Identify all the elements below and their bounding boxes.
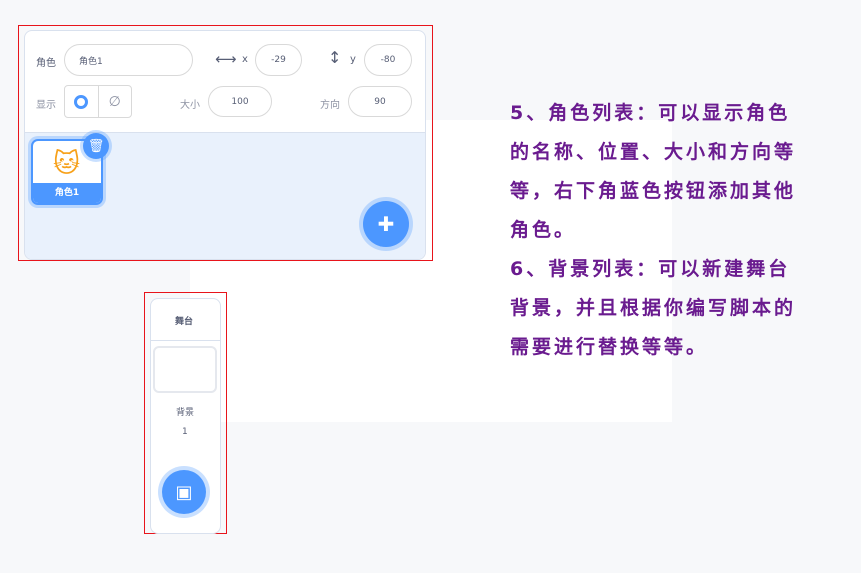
- stage-title: 舞台: [175, 317, 194, 327]
- note-line: 5、角色列表：可以显示角色: [510, 102, 791, 124]
- sprite-thumbnail-name: 角色1: [33, 183, 101, 203]
- sprite-name-input[interactable]: 角色1: [64, 44, 193, 76]
- x-label: x: [242, 54, 248, 65]
- x-input[interactable]: -29: [255, 44, 302, 76]
- image-plus-icon: ▣: [175, 481, 193, 503]
- x-arrows-icon: ⟷: [215, 50, 237, 68]
- hide-button[interactable]: ∅: [99, 86, 132, 117]
- y-arrows-icon: ↕: [328, 48, 342, 67]
- note-line: 角色。: [510, 219, 577, 241]
- sprite-label: 角色: [36, 58, 56, 69]
- backdrops-label: 背景: [176, 408, 195, 418]
- notes-text: 5、角色列表：可以显示角色 的名称、位置、大小和方向等 等，右下角蓝色按钮添加其…: [510, 94, 850, 367]
- visibility-toggle: ∅: [64, 85, 132, 118]
- note-line: 背景，并且根据你编写脚本的: [510, 297, 797, 319]
- y-label: y: [350, 54, 356, 65]
- note-line: 6、背景列表：可以新建舞台: [510, 258, 791, 280]
- delete-sprite-button[interactable]: 🗑: [83, 133, 109, 159]
- direction-label: 方向: [320, 100, 340, 111]
- add-backdrop-button[interactable]: ▣: [162, 470, 206, 514]
- size-label: 大小: [180, 100, 200, 111]
- stage-thumbnail[interactable]: [153, 346, 217, 393]
- backdrop-count: 1: [182, 427, 188, 437]
- show-button[interactable]: [65, 86, 99, 117]
- trash-icon: 🗑: [87, 138, 105, 154]
- y-input[interactable]: -80: [364, 44, 412, 76]
- size-input[interactable]: 100: [208, 86, 272, 117]
- show-label: 显示: [36, 100, 56, 111]
- direction-input[interactable]: 90: [348, 86, 412, 117]
- note-line: 需要进行替换等等。: [510, 336, 709, 358]
- cat-plus-icon: ✚: [377, 212, 395, 236]
- cat-sprite-icon: 🐱: [53, 149, 81, 179]
- eye-slash-icon: ∅: [108, 93, 121, 110]
- eye-icon: [74, 94, 89, 109]
- add-sprite-button[interactable]: ✚: [363, 201, 409, 247]
- note-line: 等，右下角蓝色按钮添加其他: [510, 180, 797, 202]
- note-line: 的名称、位置、大小和方向等: [510, 141, 797, 163]
